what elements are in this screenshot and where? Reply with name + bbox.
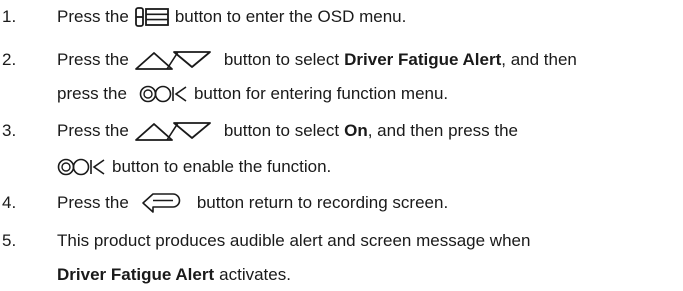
step-number: 4. <box>2 193 17 212</box>
step-number: 5. <box>2 231 17 250</box>
step-text: button to select <box>223 50 340 69</box>
step-number: 2. <box>2 50 17 69</box>
step-text: button to enter the OSD menu. <box>174 7 407 26</box>
step-text: Press the <box>57 7 129 26</box>
step-text: button to enable the function. <box>112 157 332 176</box>
step-text: button for entering function menu. <box>193 84 449 103</box>
step-text: , and then press the <box>367 121 519 140</box>
step-number: 3. <box>2 121 17 140</box>
step-text: , and then <box>501 50 577 69</box>
step-text: activates. <box>219 265 291 284</box>
step-text: Press the <box>57 121 129 140</box>
ok-icon <box>139 84 189 104</box>
step-text: button to select <box>223 121 340 140</box>
step-text: This product produces audible alert and … <box>57 231 531 250</box>
feature-name: On <box>344 121 368 140</box>
ok-icon <box>57 157 107 177</box>
menu-icon <box>134 6 170 28</box>
return-icon <box>141 192 185 214</box>
feature-name: Driver Fatigue Alert <box>57 265 215 284</box>
step-text: press the <box>57 84 127 103</box>
step-text: Press the <box>57 193 129 212</box>
step-text: button return to recording screen. <box>196 193 449 212</box>
step-text: Press the <box>57 50 129 69</box>
step-number: 1. <box>2 7 17 26</box>
up-down-icon <box>134 49 212 71</box>
up-down-icon <box>134 120 212 142</box>
feature-name: Driver Fatigue Alert <box>344 50 502 69</box>
